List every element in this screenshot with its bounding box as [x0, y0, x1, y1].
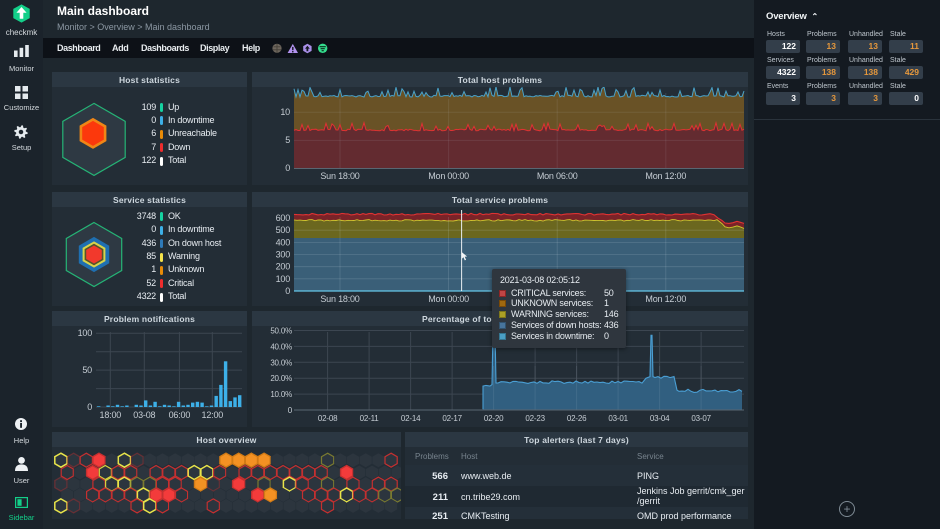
svg-text:10: 10 [280, 107, 290, 117]
svg-text:03-07: 03-07 [691, 414, 711, 423]
svg-text:0: 0 [87, 402, 92, 412]
svg-text:Mon 06:00: Mon 06:00 [537, 171, 578, 181]
svg-text:02-17: 02-17 [442, 414, 462, 423]
svg-text:03-08: 03-08 [133, 410, 155, 420]
svg-text:02-14: 02-14 [401, 414, 421, 423]
svg-text:50: 50 [82, 365, 92, 375]
svg-text:Sun 18:00: Sun 18:00 [320, 171, 359, 181]
svg-text:50.0%: 50.0% [270, 327, 292, 336]
svg-text:03-04: 03-04 [650, 414, 670, 423]
svg-text:12:00: 12:00 [202, 410, 224, 420]
svg-text:02-23: 02-23 [525, 414, 545, 423]
svg-text:100: 100 [78, 328, 93, 338]
svg-text:Mon 00:00: Mon 00:00 [428, 294, 469, 304]
svg-text:Mon 12:00: Mon 12:00 [645, 294, 686, 304]
svg-text:02-11: 02-11 [360, 414, 380, 423]
svg-text:02-08: 02-08 [318, 414, 338, 423]
svg-text:0: 0 [285, 163, 290, 173]
svg-text:200: 200 [276, 262, 291, 272]
svg-text:0: 0 [285, 286, 290, 296]
svg-text:06:00: 06:00 [169, 410, 191, 420]
svg-text:Mon 00:00: Mon 00:00 [428, 171, 469, 181]
svg-text:18:00: 18:00 [100, 410, 122, 420]
svg-text:02-26: 02-26 [567, 414, 587, 423]
svg-text:20.0%: 20.0% [270, 374, 292, 383]
svg-text:03-01: 03-01 [608, 414, 628, 423]
svg-text:500: 500 [276, 225, 291, 235]
svg-text:Sun 18:00: Sun 18:00 [320, 294, 359, 304]
svg-text:300: 300 [276, 250, 291, 260]
svg-text:40.0%: 40.0% [270, 342, 292, 351]
svg-text:5: 5 [285, 135, 290, 145]
svg-text:30.0%: 30.0% [270, 358, 292, 367]
svg-text:Mon 12:00: Mon 12:00 [645, 171, 686, 181]
svg-text:0: 0 [288, 406, 293, 415]
svg-text:400: 400 [276, 237, 291, 247]
svg-text:600: 600 [276, 213, 291, 223]
svg-text:100: 100 [276, 274, 291, 284]
svg-text:10.0%: 10.0% [270, 390, 292, 399]
svg-text:02-20: 02-20 [484, 414, 504, 423]
